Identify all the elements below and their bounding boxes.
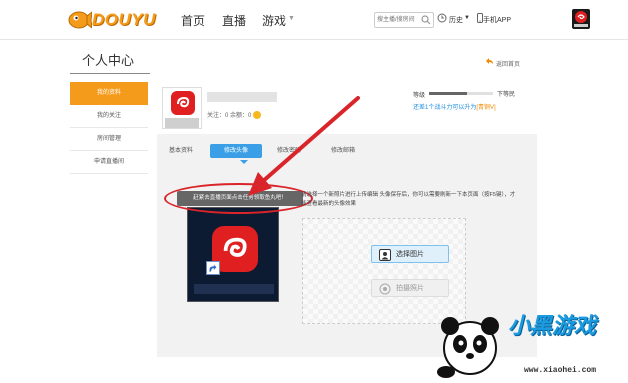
profile-avatar bbox=[162, 87, 202, 129]
coin-icon bbox=[253, 111, 262, 120]
title-underline bbox=[70, 73, 150, 74]
avatar-preview bbox=[187, 207, 279, 302]
shortcut-arrow-icon bbox=[206, 261, 220, 275]
swirl-icon bbox=[177, 96, 190, 108]
level-label: 等级 bbox=[413, 93, 426, 99]
nav-live[interactable]: 直播 bbox=[222, 12, 246, 29]
nav-home[interactable]: 首页 bbox=[181, 12, 205, 29]
sidebar: 我的资料 我的关注 房间管理 申请直播间 bbox=[70, 82, 148, 174]
brand-name: DOUYU bbox=[92, 10, 156, 29]
watermark: 小黑游戏 www.xiaohei.com bbox=[432, 300, 628, 383]
annotation-ellipse bbox=[164, 183, 313, 214]
tab-change-avatar[interactable]: 修改头像 bbox=[210, 144, 262, 158]
select-image-button[interactable]: 选择图片 bbox=[371, 245, 449, 263]
sidebar-item-apply-room[interactable]: 申请直播间 bbox=[70, 151, 148, 174]
nav-games[interactable]: 游戏 bbox=[262, 12, 286, 29]
back-home-link[interactable]: 返回首页 bbox=[496, 59, 520, 68]
avatar-caption-blur bbox=[165, 118, 199, 128]
sidebar-item-following[interactable]: 我的关注 bbox=[70, 105, 148, 128]
level-name: 下等民 bbox=[497, 92, 516, 98]
watermark-url: www.xiaohei.com bbox=[524, 366, 597, 375]
search-input[interactable] bbox=[377, 14, 421, 26]
take-photo-button[interactable]: 拍摄照片 bbox=[371, 279, 449, 297]
mobile-app-link[interactable]: 手机APP bbox=[483, 15, 511, 25]
level-progress-fill bbox=[429, 92, 468, 95]
back-arrow-icon[interactable] bbox=[485, 57, 495, 67]
sidebar-item-room-management[interactable]: 房间管理 bbox=[70, 128, 148, 151]
level-progress-bar bbox=[429, 92, 493, 95]
level-tip-text: 还差1个战斗力可以升为 bbox=[413, 105, 477, 111]
search-icon[interactable] bbox=[421, 15, 431, 25]
panda-logo bbox=[437, 317, 499, 378]
user-image-icon bbox=[379, 249, 391, 261]
upload-instructions: 请选择一个新照片进行上传编辑 头像保存后，你可以需要刷新一下本页面（按F5键），… bbox=[301, 192, 516, 207]
avatar-swirl-icon bbox=[574, 11, 588, 27]
fish-mascot-icon bbox=[68, 11, 92, 29]
search-box bbox=[374, 12, 434, 28]
stats-text: 关注：0 余额：0 bbox=[207, 113, 252, 119]
profile-stats: 关注：0 余额：0 bbox=[207, 110, 262, 120]
tab-basic-info[interactable]: 基本资料 bbox=[165, 144, 197, 158]
tab-change-password[interactable]: 修改密码 bbox=[273, 144, 305, 158]
username-blur bbox=[207, 92, 277, 102]
history-dropdown-icon[interactable]: ▼ bbox=[464, 15, 470, 21]
vip-link[interactable]: [青铜V] bbox=[476, 105, 495, 111]
clock-icon bbox=[437, 13, 447, 23]
chevron-down-icon: ▼ bbox=[288, 15, 295, 22]
tab-bar: 基本资料 修改头像 修改密码 修改邮箱 bbox=[157, 142, 537, 160]
take-photo-label: 拍摄照片 bbox=[396, 285, 424, 292]
watermark-text: 小黑游戏 bbox=[508, 313, 597, 338]
select-image-label: 选择图片 bbox=[396, 251, 424, 258]
avatar-tile bbox=[171, 91, 195, 115]
camera-icon bbox=[379, 283, 391, 295]
swirl-icon bbox=[223, 237, 247, 257]
preview-caption-blur bbox=[194, 284, 274, 294]
level-tip: 还差1个战斗力可以升为[青铜V] bbox=[413, 102, 496, 111]
sidebar-item-profile[interactable]: 我的资料 bbox=[70, 82, 148, 105]
active-tab-caret bbox=[240, 160, 248, 164]
user-avatar[interactable] bbox=[572, 9, 590, 29]
douyu-logo[interactable]: DOUYU bbox=[68, 8, 155, 32]
history-link[interactable]: 历史 bbox=[449, 15, 463, 25]
page-title: 个人中心 bbox=[82, 53, 135, 68]
profile-summary: 关注：0 余额：0 等级 下等民 还差1个战斗力可以升为[青铜V] bbox=[157, 82, 537, 134]
tab-change-email[interactable]: 修改邮箱 bbox=[327, 144, 359, 158]
page: DOUYU 首页 直播 游戏 ▼ 历史 ▼ 手机APP bbox=[0, 0, 628, 383]
top-navbar: DOUYU 首页 直播 游戏 ▼ 历史 ▼ 手机APP bbox=[0, 0, 628, 40]
